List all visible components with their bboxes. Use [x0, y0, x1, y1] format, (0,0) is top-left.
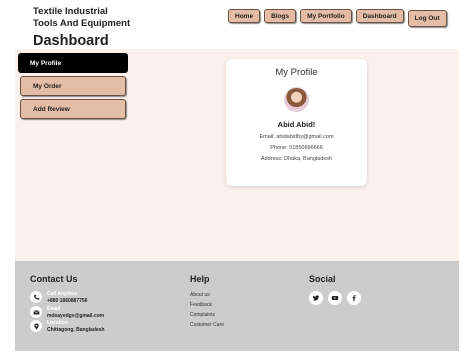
profile-phone: Phone: 01850666666: [270, 145, 323, 151]
profile-card: My Profile Abid Abid! Email: abidabidby@…: [226, 59, 367, 186]
dashboard-sidebar: My Profile My Order Add Review: [18, 53, 128, 122]
brand-name[interactable]: Textile Industrial Tools And Equipment: [33, 6, 183, 30]
help-title: Help: [190, 274, 210, 284]
header: Textile Industrial Tools And Equipment D…: [0, 0, 474, 49]
sidebar-item-my-order[interactable]: My Order: [20, 76, 126, 96]
nav-blogs-button[interactable]: Blogs: [264, 9, 297, 23]
email-label: Email: [47, 306, 61, 312]
nav-portfolio-button[interactable]: My Portfolio: [300, 9, 352, 23]
brand-line-2: Tools And Equipment: [33, 18, 131, 29]
profile-address: Address: Dhaka, Bangladesh: [260, 156, 333, 162]
nav-home-button[interactable]: Home: [228, 9, 261, 23]
profile-card-title: My Profile: [275, 67, 318, 78]
call-value: +880 1860887756: [47, 298, 88, 304]
logout-button[interactable]: Log Out: [407, 10, 447, 27]
top-nav: Home Blogs My Portfolio Dashboard Log Ou…: [228, 9, 447, 27]
sidebar-item-add-review[interactable]: Add Review: [20, 99, 126, 119]
location-label: Location: [47, 320, 68, 326]
youtube-icon[interactable]: [328, 291, 342, 305]
location-pin-icon: [30, 320, 42, 332]
avatar: [284, 87, 309, 112]
contact-phone-row: Call Anytime +880 1860887756: [30, 291, 87, 305]
help-link-complaints[interactable]: Complaints: [190, 312, 215, 318]
nav-dashboard-button[interactable]: Dashboard: [355, 9, 404, 23]
help-link-about-us[interactable]: About us: [190, 292, 210, 298]
contact-title: Contact Us: [30, 274, 78, 284]
location-value: Chittagong, Bangladesh: [47, 327, 105, 333]
contact-email-row: Email mdsayedgv@gmail.com: [30, 306, 104, 320]
email-value: mdsayedgv@gmail.com: [47, 313, 105, 319]
help-link-feedback[interactable]: Feedback: [190, 302, 212, 308]
page-title: Dashboard: [33, 33, 109, 49]
sidebar-item-my-profile[interactable]: My Profile: [18, 53, 128, 73]
twitter-icon[interactable]: [309, 291, 323, 305]
phone-icon: [30, 291, 42, 303]
social-links: [309, 291, 361, 305]
call-label: Call Anytime: [47, 291, 78, 297]
profile-email: Email: abidabidby@gmail.com: [259, 134, 334, 140]
contact-location-row: Location Chittagong, Bangladesh: [30, 320, 105, 334]
social-title: Social: [309, 274, 336, 284]
profile-name: Abid Abid!: [277, 120, 316, 129]
facebook-icon[interactable]: [347, 291, 361, 305]
email-icon: [30, 306, 42, 318]
brand-line-1: Textile Industrial: [33, 6, 108, 17]
help-link-customer-care[interactable]: Customer Care: [190, 322, 224, 328]
